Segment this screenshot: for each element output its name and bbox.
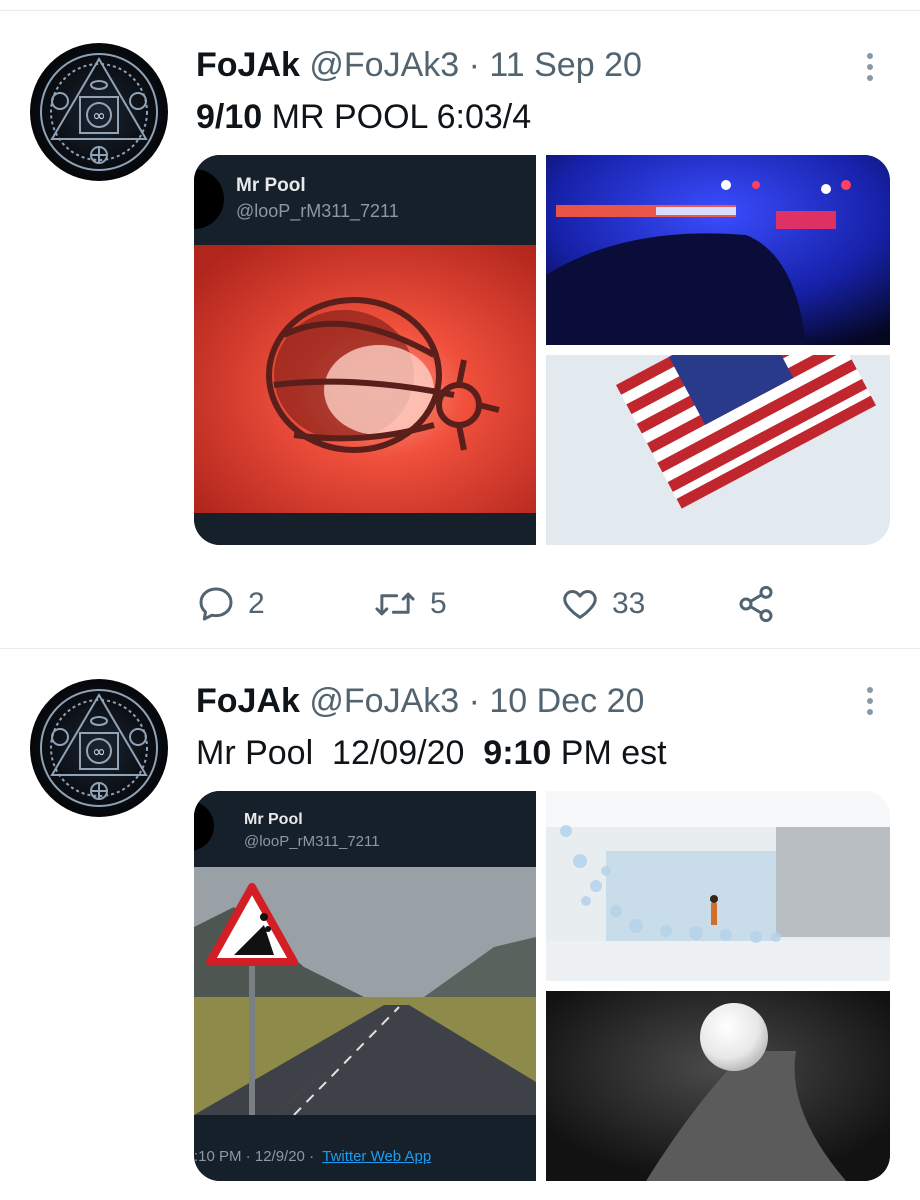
media-grid: Mr Pool @looP_rM311_7211 :10 PM · 12/9/2… [194, 791, 890, 1181]
embed-author-handle: @looP_rM311_7211 [244, 833, 380, 850]
tweet-date[interactable]: 10 Dec 20 [489, 682, 644, 720]
embed-avatar [194, 169, 224, 229]
svg-text:∞: ∞ [92, 742, 105, 761]
tweet-text-post: PM est [551, 734, 667, 772]
avatar[interactable]: ∞ [30, 43, 168, 181]
tweet-header: FoJAk @FoJAk3 · 11 Sep 20 [196, 45, 642, 85]
embed-author-name: Mr Pool [244, 811, 303, 828]
occult-sigil-logo: ∞ [40, 689, 158, 807]
separator: · [468, 46, 480, 84]
share-icon [739, 585, 773, 623]
embed-header: Mr Pool @looP_rM311_7211 [194, 155, 536, 245]
more-vertical-icon[interactable] [860, 47, 880, 87]
share-button[interactable] [736, 579, 776, 629]
media-grid: Mr Pool @looP_rM311_7211 [194, 155, 890, 545]
tweet-text: Mr Pool 12/09/20 9:10 PM est [196, 733, 667, 773]
more-vertical-icon[interactable] [860, 681, 880, 721]
embedded-tweet-image[interactable]: Mr Pool @looP_rM311_7211 [194, 155, 536, 545]
like-button[interactable]: 33 [560, 579, 645, 629]
author-handle[interactable]: @FoJAk3 [309, 46, 459, 84]
embed-footer-app-link[interactable]: Twitter Web App [322, 1148, 431, 1165]
tweet-header: FoJAk @FoJAk3 · 10 Dec 20 [196, 681, 644, 721]
embed-footer-time: :10 PM · 12/9/20 · [194, 1147, 319, 1165]
author-handle[interactable]: @FoJAk3 [309, 682, 459, 720]
retweet-button[interactable]: 5 [372, 579, 447, 629]
heart-icon [563, 590, 597, 619]
svg-text:∞: ∞ [92, 106, 105, 125]
tweet-text-bold: 9:10 [483, 734, 552, 772]
american-flag-photo[interactable] [546, 355, 890, 545]
embed-header: Mr Pool @looP_rM311_7211 [194, 791, 536, 867]
police-lights-photo[interactable] [546, 155, 890, 345]
retweet-icon [375, 592, 415, 616]
avatar[interactable]: ∞ [30, 679, 168, 817]
author-name[interactable]: FoJAk [196, 46, 300, 84]
reply-icon [199, 587, 233, 621]
embed-avatar [194, 801, 214, 851]
embed-footer: :10 PM · 12/9/20 · Twitter Web App [194, 1131, 536, 1181]
tweet[interactable]: ∞ FoJAk @FoJAk3 · 11 Sep 20 9/10 MR POOL… [0, 11, 920, 648]
like-count: 33 [612, 587, 646, 620]
red-alarm-light-photo [194, 245, 536, 513]
tweet-text: 9/10 MR POOL 6:03/4 [196, 97, 531, 137]
retweet-count: 5 [430, 587, 447, 620]
glowing-orb-path-photo[interactable] [546, 991, 890, 1181]
separator: · [468, 682, 480, 720]
embedded-tweet-image[interactable]: Mr Pool @looP_rM311_7211 :10 PM · 12/9/2… [194, 791, 536, 1181]
reply-button[interactable]: 2 [196, 579, 265, 629]
reply-count: 2 [248, 587, 265, 620]
occult-sigil-logo: ∞ [40, 53, 158, 171]
falling-rocks-road-photo [194, 867, 536, 1115]
tweet[interactable]: ∞ FoJAk @FoJAk3 · 10 Dec 20 Mr Pool 12/0… [0, 649, 920, 1200]
tweet-actions: 2 5 33 [196, 579, 796, 629]
tweet-text-pre: Mr Pool 12/09/20 [196, 734, 484, 772]
tweet-text-rest: MR POOL 6:03/4 [262, 98, 532, 136]
tweet-date[interactable]: 11 Sep 20 [489, 46, 642, 84]
embed-author-name: Mr Pool [236, 175, 306, 196]
tweet-text-bold: 9/10 [196, 98, 263, 136]
white-room-bubbles-photo[interactable] [546, 791, 890, 981]
embed-author-handle: @looP_rM311_7211 [236, 201, 399, 221]
author-name[interactable]: FoJAk [196, 682, 300, 720]
